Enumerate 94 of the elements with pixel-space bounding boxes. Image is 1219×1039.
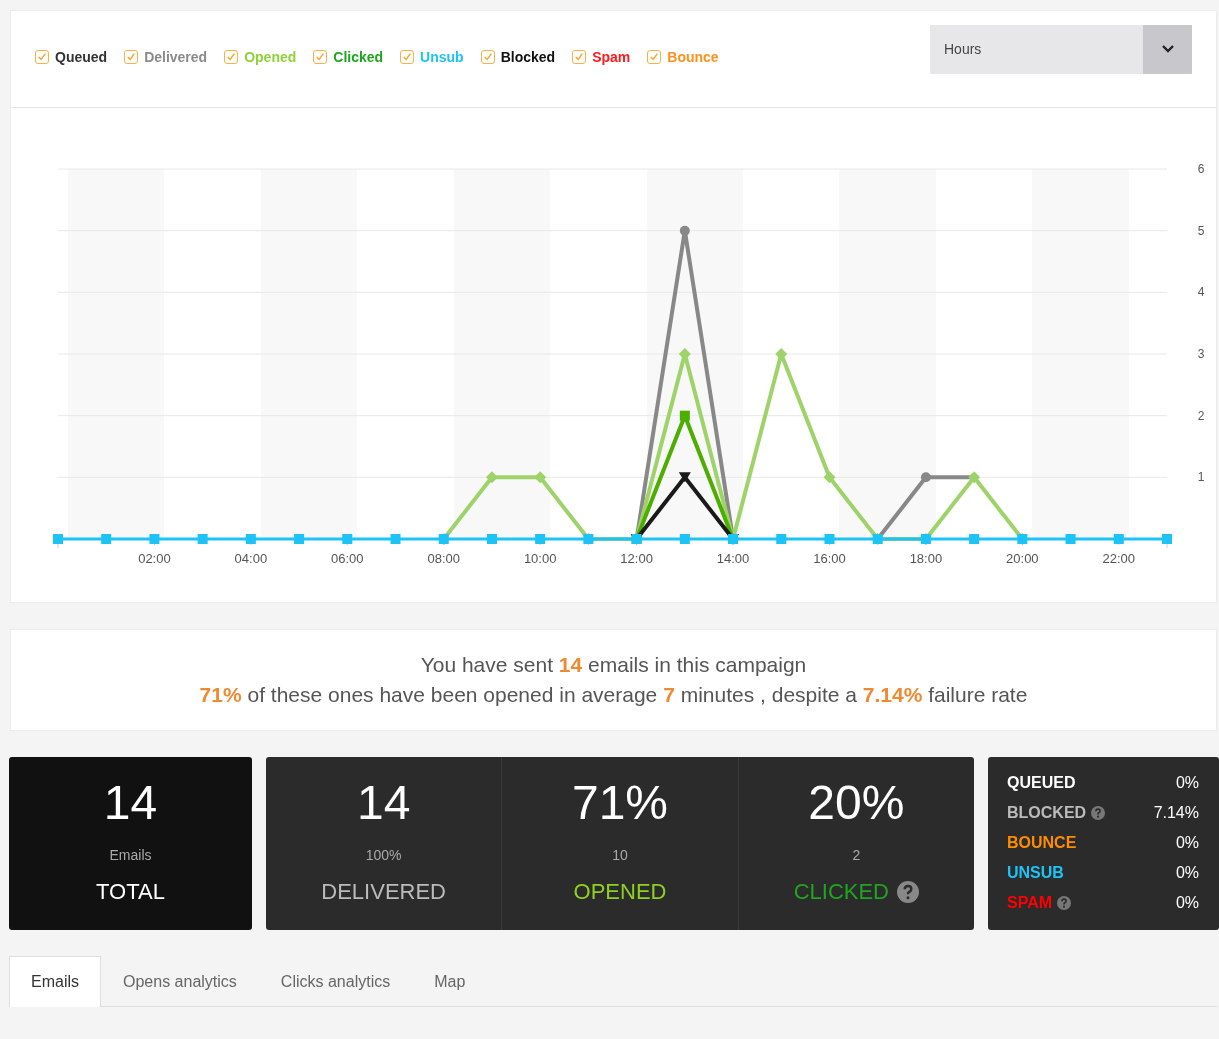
checkbox[interactable]: [647, 50, 662, 64]
point-marker: [197, 534, 208, 544]
point-marker: [53, 534, 63, 544]
point-marker: [485, 471, 498, 484]
legend-toggle[interactable]: Delivered: [124, 49, 208, 65]
point-marker: [920, 472, 931, 483]
axis-label: 04:00: [234, 551, 268, 566]
rate-value: 7.14%: [1153, 804, 1199, 822]
axis-label: 08:00: [427, 551, 460, 566]
tab[interactable]: Clicks analytics: [258, 956, 413, 1006]
point-marker: [1113, 534, 1124, 544]
tab[interactable]: Map: [412, 956, 488, 1006]
chevron-down-icon: [1143, 24, 1192, 74]
axis-label: 20:00: [1006, 551, 1039, 566]
stat-caption: Emails: [109, 847, 152, 863]
rate-value: 0%: [1175, 774, 1199, 792]
stat-value: 14: [103, 779, 158, 827]
point-marker: [678, 348, 691, 360]
point-marker: [390, 534, 401, 544]
stat-label: DELIVERED: [321, 879, 446, 905]
axis-label: 14:00: [716, 551, 750, 566]
checkbox[interactable]: [224, 50, 239, 64]
point-marker: [342, 534, 353, 544]
summary-text: You have sent 14 emails in this campaign: [420, 653, 807, 677]
axis-label: 12:00: [620, 551, 653, 566]
legend-toggle[interactable]: Spam: [572, 49, 631, 65]
point-marker: [535, 534, 546, 544]
point-marker: [438, 534, 449, 544]
axis-label: 18:00: [909, 551, 943, 566]
point-marker: [149, 534, 160, 544]
checkbox[interactable]: [480, 50, 495, 64]
checkbox[interactable]: [124, 50, 139, 64]
point-marker: [101, 534, 112, 544]
checkbox[interactable]: [313, 50, 328, 64]
point-marker: [968, 471, 981, 484]
axis-label: 1: [1197, 470, 1205, 485]
checkbox[interactable]: [572, 50, 587, 64]
axis-label: 4: [1197, 285, 1205, 300]
point-marker: [920, 534, 931, 544]
axis-label: 5: [1197, 223, 1205, 238]
stat-caption: 100%: [365, 847, 402, 863]
stat-caption: 10: [612, 847, 628, 863]
checkbox[interactable]: [35, 50, 49, 64]
stat-label: TOTAL: [96, 879, 165, 905]
point-marker: [1017, 534, 1028, 544]
point-marker: [679, 225, 690, 236]
stat-label: OPENED: [573, 879, 667, 905]
rate-label: SPAM: [1007, 894, 1053, 912]
legend-toggle[interactable]: Blocked: [480, 49, 556, 65]
point-marker: [1065, 534, 1076, 544]
point-marker: [1162, 534, 1172, 544]
summary-text: 71% of these ones have been opened in average 7 minutes , despite a 7.14% failure rate: [199, 683, 1028, 707]
rate-label: BOUNCE: [1007, 834, 1077, 852]
axis-label: 06:00: [331, 551, 364, 566]
rate-value: 0%: [1175, 864, 1199, 882]
tab[interactable]: Emails: [9, 956, 101, 1007]
point-marker: [294, 534, 305, 544]
point-marker: [245, 534, 256, 544]
point-marker: [534, 471, 547, 484]
axis-label: 16:00: [813, 551, 846, 566]
axis-label: 22:00: [1102, 551, 1136, 566]
point-marker: [679, 410, 690, 421]
point-marker: [679, 534, 690, 544]
stat-label: CLICKED: [793, 879, 889, 905]
stat-caption: 2: [852, 847, 861, 863]
stat-value: 20%: [808, 779, 905, 827]
stat-value: 14: [356, 779, 411, 827]
axis-label: 2: [1197, 408, 1205, 423]
axis-label: 02:00: [138, 551, 171, 566]
rate-label: BLOCKED: [1007, 804, 1087, 822]
rate-value: 0%: [1175, 894, 1199, 912]
axis-label: 3: [1197, 347, 1205, 361]
point-marker: [824, 534, 835, 544]
point-marker: [583, 534, 594, 544]
axis-label: 6: [1197, 162, 1205, 176]
legend-toggle[interactable]: Clicked: [313, 49, 384, 65]
point-marker: [776, 534, 787, 544]
tab[interactable]: Opens analytics: [101, 956, 259, 1006]
help-icon[interactable]: [1057, 896, 1072, 910]
legend-toggle[interactable]: Queued: [35, 49, 108, 65]
point-marker: [775, 348, 788, 360]
point-marker: [678, 472, 691, 483]
point-marker: [823, 471, 836, 484]
rate-label: QUEUED: [1007, 774, 1076, 792]
point-marker: [486, 534, 497, 544]
rate-label: UNSUB: [1007, 864, 1064, 882]
axis-label: 10:00: [523, 551, 557, 566]
help-icon[interactable]: [897, 881, 919, 903]
rate-value: 0%: [1175, 834, 1199, 852]
period-dropdown[interactable]: Hours: [930, 24, 1192, 74]
checkbox[interactable]: [400, 50, 415, 64]
stat-value: 71%: [571, 779, 669, 827]
point-marker: [969, 534, 980, 544]
help-icon[interactable]: [1091, 806, 1106, 820]
